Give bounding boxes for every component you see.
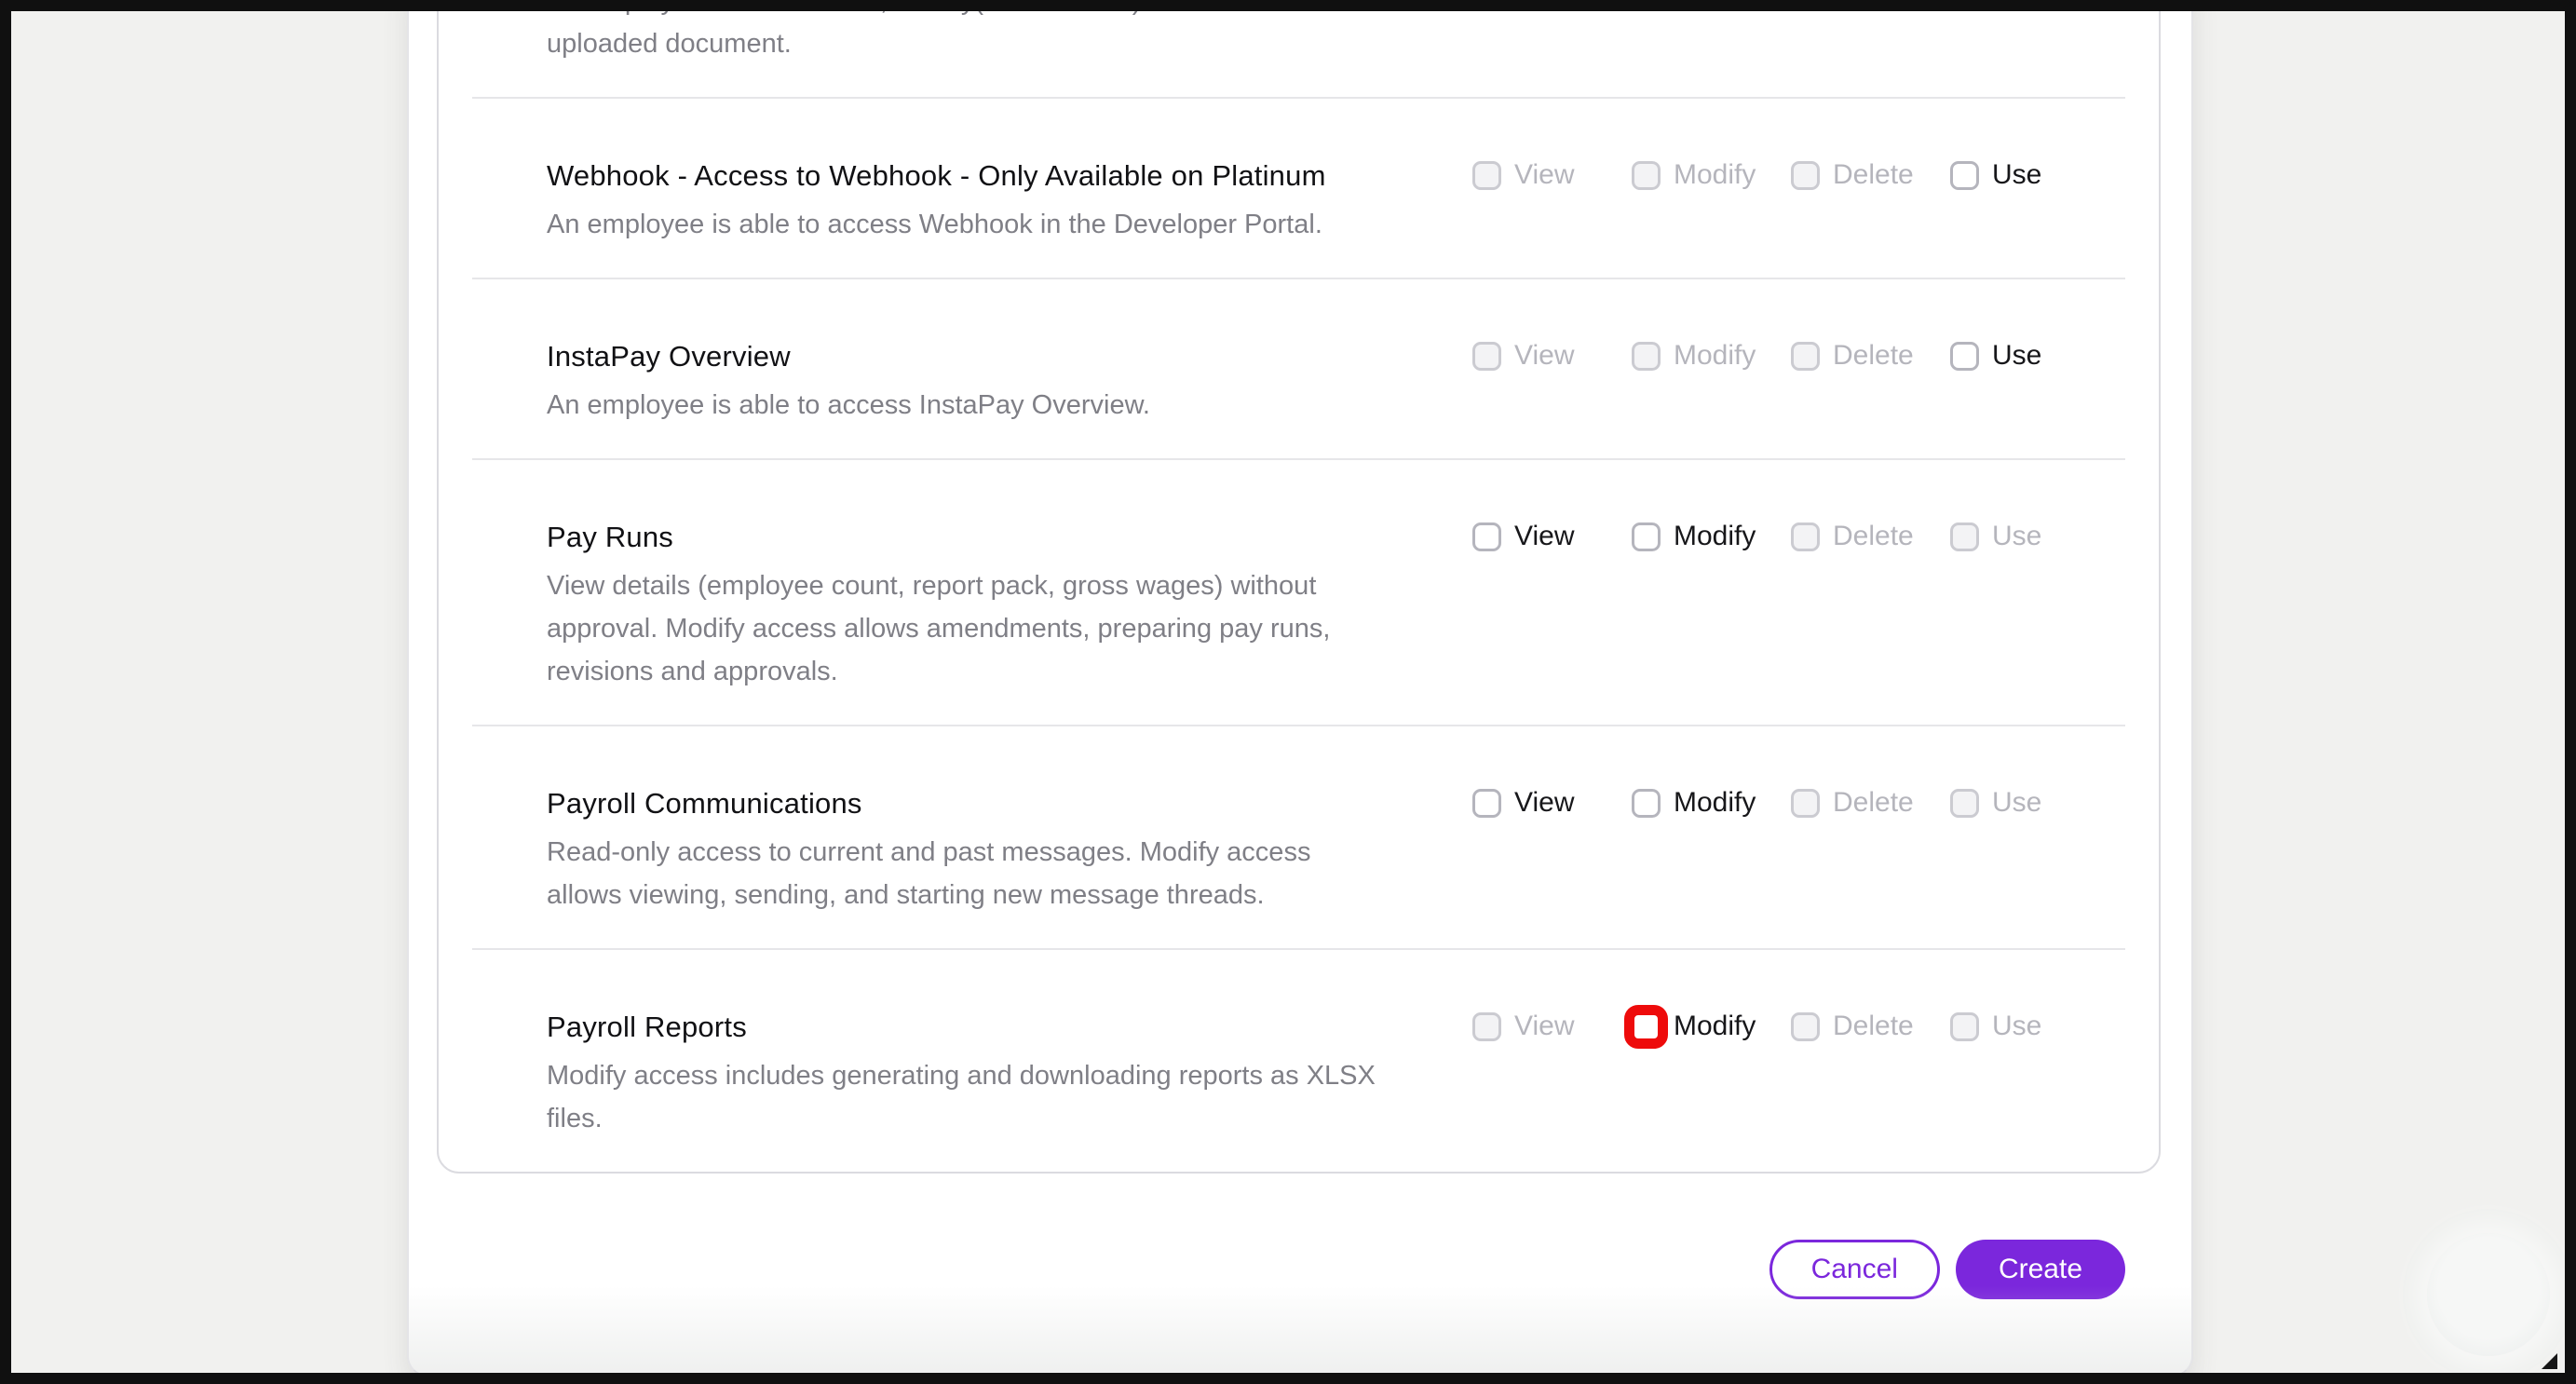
- permission-checkbox[interactable]: Modify: [1632, 520, 1791, 553]
- checkbox-label: View: [1514, 520, 1574, 553]
- permission-checkbox[interactable]: Modify: [1632, 1010, 1791, 1043]
- permission-checks: View Modify Delete Use: [1472, 786, 2041, 820]
- permission-checkbox: Use: [1950, 786, 2041, 820]
- permission-text: InstaPay Overview An employee is able to…: [439, 335, 1472, 427]
- permission-checkbox: Modify: [1632, 339, 1791, 373]
- checkbox-label: Modify: [1674, 158, 1756, 192]
- checkbox-label: Use: [1992, 1010, 2041, 1043]
- permission-row: Payroll Communications Read-only access …: [439, 726, 2159, 948]
- permission-title: Webhook - Access to Webhook - Only Avail…: [547, 155, 1450, 197]
- checkbox-icon: [1950, 789, 1979, 818]
- permission-checks: View Modify Delete Use: [1472, 339, 2041, 373]
- checkbox-label: Modify: [1674, 786, 1756, 820]
- permission-description: An employee is able to view, modify(add …: [547, 11, 1450, 65]
- permission-text: Payroll Reports Modify access includes g…: [439, 1006, 1472, 1140]
- permission-row: Webhook - Access to Webhook - Only Avail…: [439, 99, 2159, 278]
- permission-checkbox: Delete: [1791, 158, 1950, 192]
- checkbox-icon: [1791, 789, 1820, 818]
- permissions-list: An employee is able to view, modify(add …: [439, 11, 2159, 1172]
- permission-title: Payroll Communications: [547, 782, 1450, 825]
- checkbox-label: Modify: [1674, 339, 1756, 373]
- permission-checkbox: Delete: [1791, 786, 1950, 820]
- checkbox-label: Use: [1992, 786, 2041, 820]
- page-background: An employee is able to view, modify(add …: [11, 11, 2565, 1373]
- checkbox-label: Use: [1992, 520, 2041, 553]
- permission-description: Read-only access to current and past mes…: [547, 831, 1450, 916]
- permission-checkbox[interactable]: View: [1472, 520, 1632, 553]
- checkbox-icon: [1472, 161, 1501, 190]
- permission-row: Pay Runs View details (employee count, r…: [439, 460, 2159, 725]
- permission-text: An employee is able to view, modify(add …: [439, 11, 1472, 65]
- permission-checkbox: View: [1472, 339, 1632, 373]
- checkbox-label: Use: [1992, 158, 2041, 192]
- create-button[interactable]: Create: [1956, 1240, 2125, 1299]
- permission-text: Pay Runs View details (employee count, r…: [439, 516, 1472, 693]
- checkbox-label: View: [1514, 339, 1574, 373]
- permission-row: InstaPay Overview An employee is able to…: [439, 279, 2159, 458]
- checkbox-label: Use: [1992, 339, 2041, 373]
- checkbox-label: View: [1514, 1010, 1574, 1043]
- checkbox-icon: [1632, 342, 1661, 371]
- checkbox-icon[interactable]: [1632, 522, 1661, 551]
- checkbox-icon[interactable]: [1632, 789, 1661, 818]
- checkbox-label: Delete: [1833, 1010, 1914, 1043]
- checkbox-icon: [1632, 161, 1661, 190]
- checkbox-icon: [1791, 1012, 1820, 1041]
- permission-checkbox: Use: [1950, 1010, 2041, 1043]
- checkbox-label: View: [1514, 786, 1574, 820]
- cursor-artifact: [2542, 1353, 2557, 1369]
- checkbox-icon: [1791, 161, 1820, 190]
- checkbox-icon: [1950, 522, 1979, 551]
- checkbox-icon: [1472, 1012, 1501, 1041]
- cancel-button[interactable]: Cancel: [1769, 1240, 1940, 1299]
- permission-description: An employee is able to access InstaPay O…: [547, 384, 1450, 427]
- permission-title: InstaPay Overview: [547, 335, 1450, 378]
- permission-checkbox: Use: [1950, 520, 2041, 553]
- permission-checkbox[interactable]: Use: [1950, 339, 2041, 373]
- checkbox-icon[interactable]: [1950, 161, 1979, 190]
- permission-checkbox: Modify: [1632, 158, 1791, 192]
- cursor-halo: [2427, 1233, 2550, 1356]
- permission-checkbox: View: [1472, 158, 1632, 192]
- checkbox-label: Delete: [1833, 786, 1914, 820]
- permission-checkbox: Delete: [1791, 339, 1950, 373]
- permission-checkbox: Delete: [1791, 1010, 1950, 1043]
- checkbox-icon[interactable]: [1472, 522, 1501, 551]
- permission-description: An employee is able to access Webhook in…: [547, 203, 1450, 246]
- checkbox-icon[interactable]: [1950, 342, 1979, 371]
- permission-title: Payroll Reports: [547, 1006, 1450, 1049]
- permission-title: Pay Runs: [547, 516, 1450, 559]
- permission-row: An employee is able to view, modify(add …: [439, 11, 2159, 97]
- permission-text: Payroll Communications Read-only access …: [439, 782, 1472, 916]
- permission-checks: View Modify Delete Use: [1472, 158, 2041, 192]
- permission-description: Modify access includes generating and do…: [547, 1054, 1450, 1140]
- checkbox-icon[interactable]: [1472, 789, 1501, 818]
- checkbox-label: View: [1514, 158, 1574, 192]
- checkbox-label: Delete: [1833, 339, 1914, 373]
- permission-checkbox: Delete: [1791, 520, 1950, 553]
- create-role-modal: An employee is able to view, modify(add …: [407, 11, 2193, 1373]
- permission-description: View details (employee count, report pac…: [547, 564, 1450, 693]
- checkbox-icon: [1950, 1012, 1979, 1041]
- checkbox-icon: [1472, 342, 1501, 371]
- checkbox-label: Delete: [1833, 520, 1914, 553]
- checkbox-icon: [1791, 342, 1820, 371]
- modal-footer: Cancel Create: [437, 1240, 2161, 1299]
- checkbox-label: Delete: [1833, 158, 1914, 192]
- permission-checkbox[interactable]: Modify: [1632, 786, 1791, 820]
- checkbox-icon[interactable]: [1624, 1005, 1668, 1049]
- permission-checks: View Modify Delete Use: [1472, 520, 2041, 553]
- checkbox-icon: [1791, 522, 1820, 551]
- permission-checkbox[interactable]: View: [1472, 786, 1632, 820]
- permissions-card: An employee is able to view, modify(add …: [437, 11, 2161, 1174]
- permission-checkbox: View: [1472, 1010, 1632, 1043]
- permission-row: Payroll Reports Modify access includes g…: [439, 950, 2159, 1172]
- permission-checkbox[interactable]: Use: [1950, 158, 2041, 192]
- screenshot-frame: An employee is able to view, modify(add …: [0, 0, 2576, 1384]
- permission-checks: View Modify Delete Use: [1472, 1010, 2041, 1043]
- checkbox-label: Modify: [1674, 1010, 1756, 1043]
- permission-text: Webhook - Access to Webhook - Only Avail…: [439, 155, 1472, 246]
- checkbox-label: Modify: [1674, 520, 1756, 553]
